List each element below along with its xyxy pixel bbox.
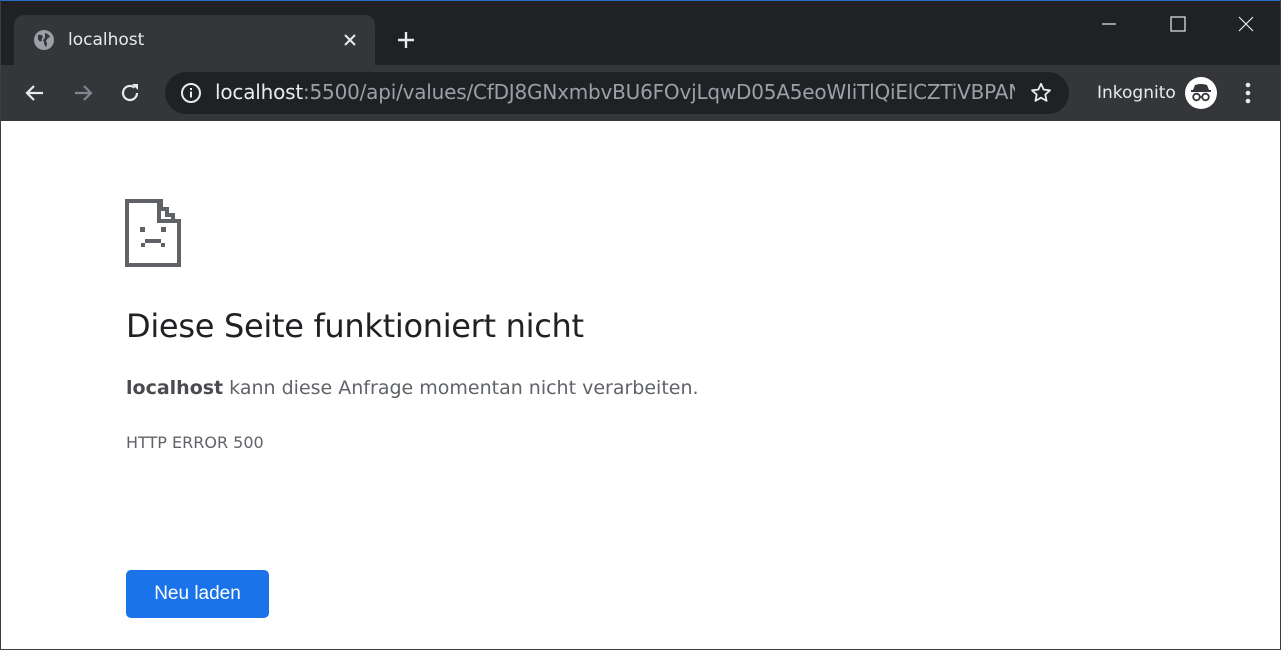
toolbar: localhost:5500/api/values/CfDJ8GNxmbvBU6… <box>1 65 1280 121</box>
forward-icon[interactable] <box>67 77 99 109</box>
error-title: Diese Seite funktioniert nicht <box>126 307 584 345</box>
url-host: localhost <box>215 80 303 104</box>
menu-icon[interactable] <box>1236 79 1260 107</box>
tab-strip: localhost <box>1 1 1280 65</box>
maximize-icon[interactable] <box>1145 1 1211 47</box>
tab-title: localhost <box>68 30 145 50</box>
star-icon[interactable] <box>1029 81 1053 105</box>
incognito-icon[interactable] <box>1185 77 1217 109</box>
info-icon[interactable] <box>180 82 202 104</box>
reload-button[interactable]: Neu laden <box>126 570 269 618</box>
globe-icon <box>34 30 54 50</box>
url-path: :5500/api/values/CfDJ8GNxmbvBU6FOvjLqwD0… <box>302 80 1015 104</box>
incognito-label: Inkognito <box>1097 83 1176 103</box>
close-icon[interactable] <box>338 28 362 52</box>
reload-icon[interactable] <box>114 77 146 109</box>
window-close-icon[interactable] <box>1213 1 1279 47</box>
plus-icon[interactable] <box>393 27 419 53</box>
minimize-icon[interactable] <box>1076 1 1142 47</box>
error-message: localhost kann diese Anfrage momentan ni… <box>126 377 699 399</box>
back-icon[interactable] <box>19 77 51 109</box>
url-text: localhost:5500/api/values/CfDJ8GNxmbvBU6… <box>215 80 1015 104</box>
error-code: HTTP ERROR 500 <box>126 433 264 452</box>
error-host: localhost <box>126 377 224 399</box>
browser-window: localhost localhost:5500/api/values/CfDJ… <box>0 0 1281 650</box>
error-message-text: kann diese Anfrage momentan nicht verarb… <box>223 377 699 399</box>
address-bar[interactable]: localhost:5500/api/values/CfDJ8GNxmbvBU6… <box>165 72 1069 114</box>
error-page: Diese Seite funktioniert nicht localhost… <box>1 121 1280 649</box>
tab-localhost[interactable]: localhost <box>14 15 375 65</box>
sad-page-icon <box>125 199 181 267</box>
